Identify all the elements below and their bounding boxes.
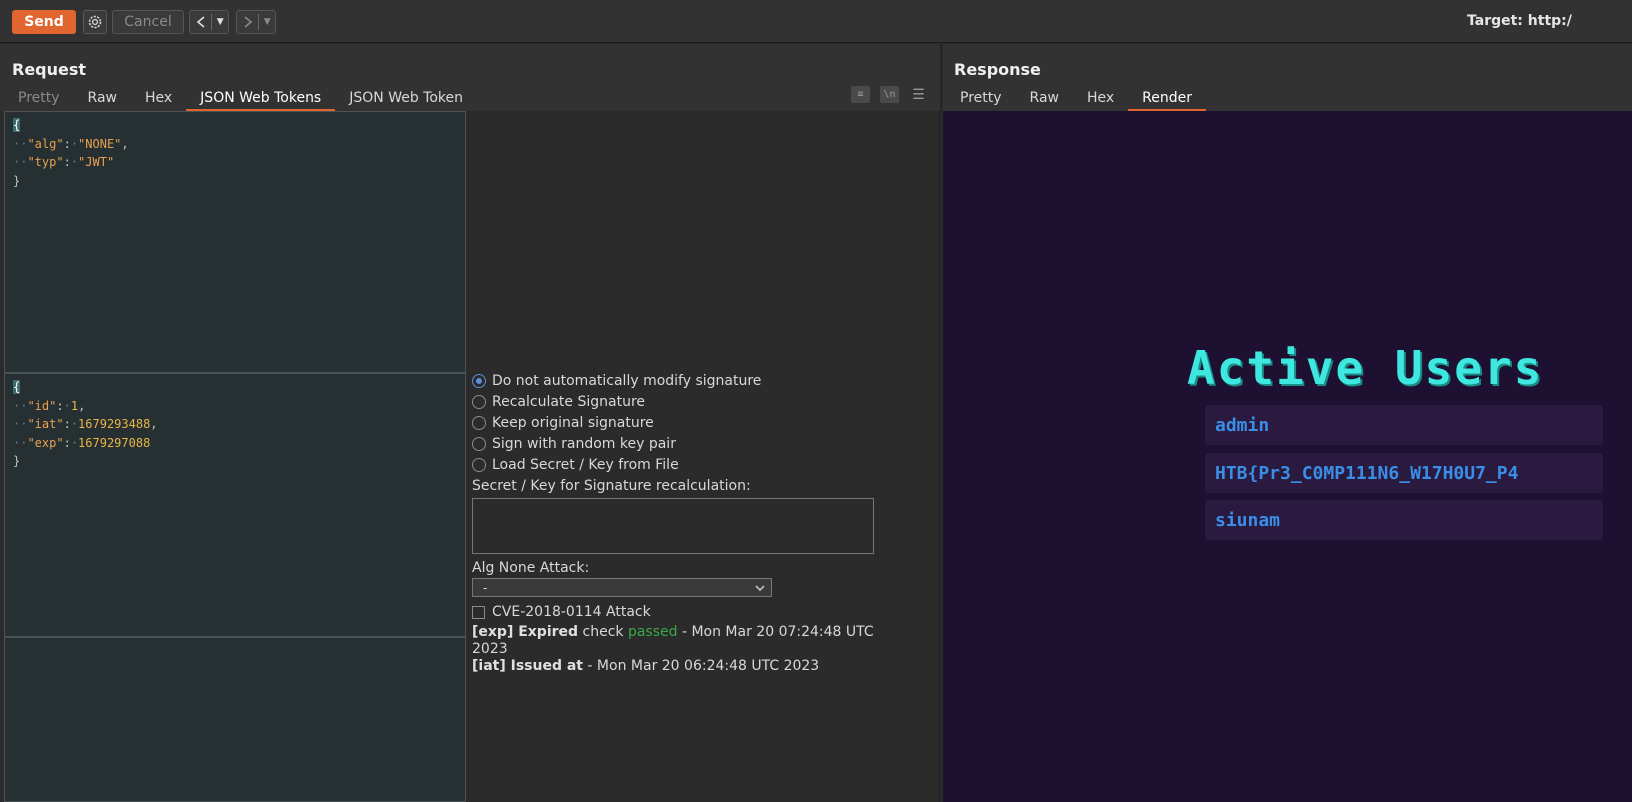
json-line: ··"id":·1, (13, 398, 86, 413)
cancel-button[interactable]: Cancel (112, 10, 184, 34)
open-brace: { (13, 118, 21, 132)
tab-raw[interactable]: Raw (74, 87, 131, 111)
tab-hex[interactable]: Hex (131, 87, 186, 111)
radio-load-secret[interactable]: Load Secret / Key from File (472, 454, 892, 475)
cve-label: CVE-2018-0114 Attack (492, 604, 651, 620)
tab-render[interactable]: Render (1128, 87, 1207, 111)
list-item: HTB{Pr3_C0MP111N6_W17H0U7_P4 (1205, 453, 1603, 493)
caret-down-icon: ▼ (263, 17, 271, 27)
request-title: Request (12, 60, 87, 79)
close-brace: } (13, 173, 21, 188)
forward-button[interactable] (237, 11, 258, 33)
response-tabs: Pretty Raw Hex Render (946, 87, 1207, 111)
exp-info: [exp] Expired check passed - Mon Mar 20 … (472, 624, 874, 657)
radio-keep-original[interactable]: Keep original signature (472, 412, 892, 433)
alg-none-select[interactable]: - (472, 578, 772, 597)
list-item: siunam (1205, 500, 1603, 540)
tab-pretty[interactable]: Pretty (4, 87, 74, 111)
radio-button[interactable] (472, 373, 486, 388)
secret-label: Secret / Key for Signature recalculation… (472, 478, 751, 494)
response-title: Response (954, 60, 1041, 79)
radio-label: Recalculate Signature (492, 393, 646, 410)
cve-checkbox[interactable] (472, 605, 485, 619)
jwt-payload-editor[interactable]: { ··"id":·1, ··"iat":·1679293488, ··"exp… (4, 373, 466, 637)
secret-key-field[interactable] (472, 498, 874, 554)
jwt-signature-editor[interactable] (4, 637, 466, 802)
radio-label: Keep original signature (492, 414, 654, 431)
menu-icon[interactable]: ☰ (909, 86, 928, 103)
radio-button[interactable] (472, 394, 486, 409)
target-label[interactable]: Target: http:/ (1467, 13, 1632, 29)
back-history-dropdown[interactable]: ▼ (212, 11, 228, 33)
radio-label: Do not automatically modify signature (492, 372, 762, 389)
request-tabs: Pretty Raw Hex JSON Web Tokens JSON Web … (4, 87, 477, 111)
chevron-down-icon (755, 584, 765, 591)
radio-label: Sign with random key pair (492, 435, 676, 452)
radio-recalculate[interactable]: Recalculate Signature (472, 391, 892, 412)
back-button[interactable] (190, 11, 211, 33)
tab-json-web-token[interactable]: JSON Web Token (335, 87, 477, 111)
close-brace: } (13, 454, 21, 468)
tab-hex[interactable]: Hex (1073, 87, 1128, 111)
chevron-left-icon (196, 16, 205, 28)
cve-attack-row[interactable]: CVE-2018-0114 Attack (472, 603, 892, 621)
radio-random-key[interactable]: Sign with random key pair (472, 433, 892, 454)
jwt-header-editor[interactable]: { ··"alg":·"NONE", ··"typ":·"JWT" } (4, 111, 466, 373)
status-passed: passed (627, 624, 678, 640)
toolbar: Send Cancel ▼ ▼ Target: http:/ (0, 0, 1632, 43)
alg-none-value: - (483, 580, 488, 595)
chevron-right-icon (244, 16, 252, 28)
editor-toolbar: ≡ \n ☰ (851, 86, 928, 103)
open-brace: { (13, 380, 21, 394)
alg-none-label: Alg None Attack: (472, 560, 590, 576)
forward-nav-group: ▼ (236, 10, 276, 34)
tab-pretty[interactable]: Pretty (946, 87, 1016, 111)
radio-button[interactable] (472, 415, 486, 430)
signature-options: Do not automatically modify signature Re… (472, 370, 892, 675)
json-line: ··"iat":·1679293488, (13, 417, 158, 431)
json-line: ··"exp":·1679297088 (13, 435, 151, 450)
tab-raw[interactable]: Raw (1016, 87, 1073, 111)
newline-icon[interactable]: \n (880, 86, 899, 103)
settings-button[interactable] (83, 10, 107, 34)
send-button[interactable]: Send (12, 10, 76, 34)
tab-json-web-tokens[interactable]: JSON Web Tokens (186, 87, 336, 111)
json-line: ··"typ":·"JWT" (13, 155, 115, 169)
gear-icon (88, 15, 102, 29)
render-heading: Active Users (1187, 341, 1544, 395)
radio-do-not-modify[interactable]: Do not automatically modify signature (472, 370, 892, 391)
radio-button[interactable] (472, 436, 486, 451)
json-line: ··"alg":·"NONE", (13, 136, 129, 151)
forward-history-dropdown[interactable]: ▼ (259, 11, 275, 33)
radio-button[interactable] (472, 457, 486, 472)
caret-down-icon: ▼ (216, 17, 224, 27)
response-render: Active Users admin HTB{Pr3_C0MP111N6_W17… (943, 111, 1632, 802)
wrap-icon[interactable]: ≡ (851, 86, 870, 103)
radio-label: Load Secret / Key from File (492, 456, 679, 473)
iat-info: [iat] Issued at - Mon Mar 20 06:24:48 UT… (472, 658, 820, 674)
response-panel-header: Response Pretty Raw Hex Render (941, 44, 1632, 111)
back-nav-group: ▼ (189, 10, 229, 34)
list-item: admin (1205, 405, 1603, 445)
request-panel-header: Request Pretty Raw Hex JSON Web Tokens J… (0, 44, 940, 111)
